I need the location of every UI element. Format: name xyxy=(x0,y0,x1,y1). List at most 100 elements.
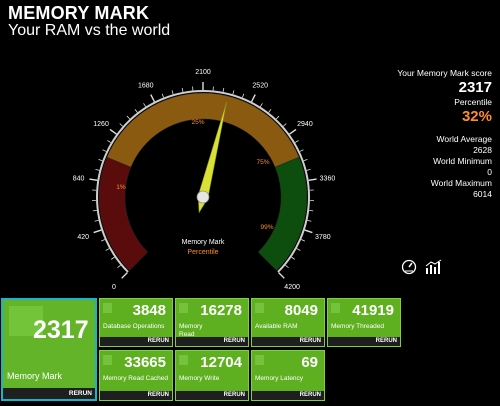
tile-label: Memory Latency xyxy=(255,375,304,382)
gauge-center-title: Memory Mark xyxy=(182,239,225,246)
minor-tick xyxy=(110,256,115,260)
minor-tick xyxy=(171,90,174,95)
minor-tick xyxy=(161,93,164,98)
minor-tick xyxy=(126,115,131,120)
memory-mark-tile[interactable]: 2317 Memory Mark RERUN xyxy=(1,298,97,401)
gauge-tick-label: 1680 xyxy=(138,83,154,90)
minor-tick xyxy=(94,219,99,222)
percentile-value: 32% xyxy=(461,108,492,125)
ram-chip-icon xyxy=(255,355,264,365)
percentile-mark: 99% xyxy=(260,224,273,231)
minor-tick xyxy=(282,123,287,127)
rerun-button[interactable]: RERUN xyxy=(176,391,248,400)
gauge-tick-label: 840 xyxy=(73,175,85,182)
tile-value: 2317 xyxy=(33,316,89,344)
score-value: 2317 xyxy=(458,79,492,96)
tile-value: 12704 xyxy=(200,354,242,371)
gauge-tick-label: 3360 xyxy=(320,175,336,182)
gauge-tick-label: 2100 xyxy=(195,69,211,76)
tile-memory-latency[interactable]: 69 Memory Latency RERUN xyxy=(251,350,325,401)
minor-tick xyxy=(291,256,296,260)
minor-tick xyxy=(307,219,312,222)
gauge-tick-label: 1260 xyxy=(93,121,109,128)
percentile-mark: 1% xyxy=(116,184,126,191)
rerun-button[interactable]: RERUN xyxy=(176,337,248,346)
rerun-button[interactable]: RERUN xyxy=(252,391,324,400)
ram-chip-icon xyxy=(103,355,112,365)
tile-value: 69 xyxy=(301,354,318,371)
minor-tick xyxy=(242,93,245,98)
world-average-value: 2628 xyxy=(473,145,492,155)
minor-tick xyxy=(299,149,304,152)
minor-tick xyxy=(107,140,112,143)
rerun-button[interactable]: RERUN xyxy=(328,337,400,346)
minor-tick xyxy=(98,159,103,162)
minor-tick xyxy=(222,87,225,92)
minor-tick xyxy=(309,210,314,212)
minor-tick xyxy=(102,149,107,152)
minor-tick xyxy=(306,169,311,171)
ram-chip-icon xyxy=(331,303,340,313)
gauge-tick-label: 2520 xyxy=(252,83,268,90)
tile-value: 3848 xyxy=(132,302,166,319)
rerun-button[interactable]: RERUN xyxy=(100,391,172,400)
percentile-mark: 25% xyxy=(191,119,204,126)
minor-tick xyxy=(301,239,306,242)
minor-tick xyxy=(268,109,272,113)
ram-chip-icon xyxy=(255,303,264,313)
minor-tick xyxy=(232,90,235,95)
gauge-tick-label: 2940 xyxy=(297,121,313,128)
score-panel: Your Memory Mark score 2317 Percentile 3… xyxy=(362,68,492,200)
rerun-button[interactable]: RERUN xyxy=(3,388,95,399)
ram-chip-icon xyxy=(103,303,112,313)
score-label: Your Memory Mark score xyxy=(397,68,492,78)
tile-memory-threaded[interactable]: 41919 Memory Threaded RERUN xyxy=(327,298,401,347)
speedometer-icon[interactable] xyxy=(401,259,417,275)
tile-available-ram[interactable]: 8049 Available RAM RERUN xyxy=(251,298,325,347)
tile-database-operations[interactable]: 3848 Database Operations RERUN xyxy=(99,298,173,347)
world-minimum-label: World Minimum xyxy=(433,156,492,166)
rerun-button[interactable]: RERUN xyxy=(100,337,172,346)
minor-tick xyxy=(181,87,184,92)
major-tick xyxy=(308,178,317,181)
world-average-label: World Average xyxy=(436,134,492,144)
minor-tick xyxy=(285,264,289,269)
minor-tick xyxy=(259,103,263,107)
tile-memory-read-cached[interactable]: 33665 Memory Read Cached RERUN xyxy=(99,350,173,401)
gauge-band-low xyxy=(98,156,149,271)
tile-value: 33665 xyxy=(124,354,166,371)
tile-value: 8049 xyxy=(284,302,318,319)
tile-label: Available RAM xyxy=(255,323,298,330)
world-maximum-label: World Maximum xyxy=(430,178,492,188)
percentile-mark: 75% xyxy=(256,159,269,166)
tile-label: Memory Read Cached xyxy=(103,375,169,382)
major-tick xyxy=(304,229,313,234)
gauge-tick-label: 4200 xyxy=(284,284,300,291)
tile-label: Memory Write xyxy=(179,375,220,382)
tile-memory-write[interactable]: 12704 Memory Write RERUN xyxy=(175,350,249,401)
tile-memory-read-uncached[interactable]: 16278 Memory Read Uncached RERUN xyxy=(175,298,249,347)
tile-label: Database Operations xyxy=(103,323,165,330)
tile-label: Memory Threaded xyxy=(331,323,384,330)
minor-tick xyxy=(92,210,97,212)
major-tick xyxy=(93,229,102,234)
percentile-label: Percentile xyxy=(454,97,492,107)
major-tick xyxy=(278,272,285,279)
gauge-center-subtitle: Percentile xyxy=(187,249,218,256)
major-tick xyxy=(150,94,156,102)
minor-tick xyxy=(143,103,147,107)
minor-tick xyxy=(296,248,301,251)
minor-tick xyxy=(100,239,105,242)
bar-chart-icon[interactable] xyxy=(425,259,443,275)
minor-tick xyxy=(275,115,280,120)
minor-tick xyxy=(119,123,124,127)
minor-tick xyxy=(105,248,110,251)
tile-value: 16278 xyxy=(200,302,242,319)
world-minimum-value: 0 xyxy=(487,167,492,177)
tile-value: 41919 xyxy=(352,302,394,319)
rerun-button[interactable]: RERUN xyxy=(252,337,324,346)
gauge-band-high xyxy=(257,156,308,271)
minor-tick xyxy=(303,159,308,162)
ram-chip-icon xyxy=(179,303,188,313)
minor-tick xyxy=(134,109,138,113)
